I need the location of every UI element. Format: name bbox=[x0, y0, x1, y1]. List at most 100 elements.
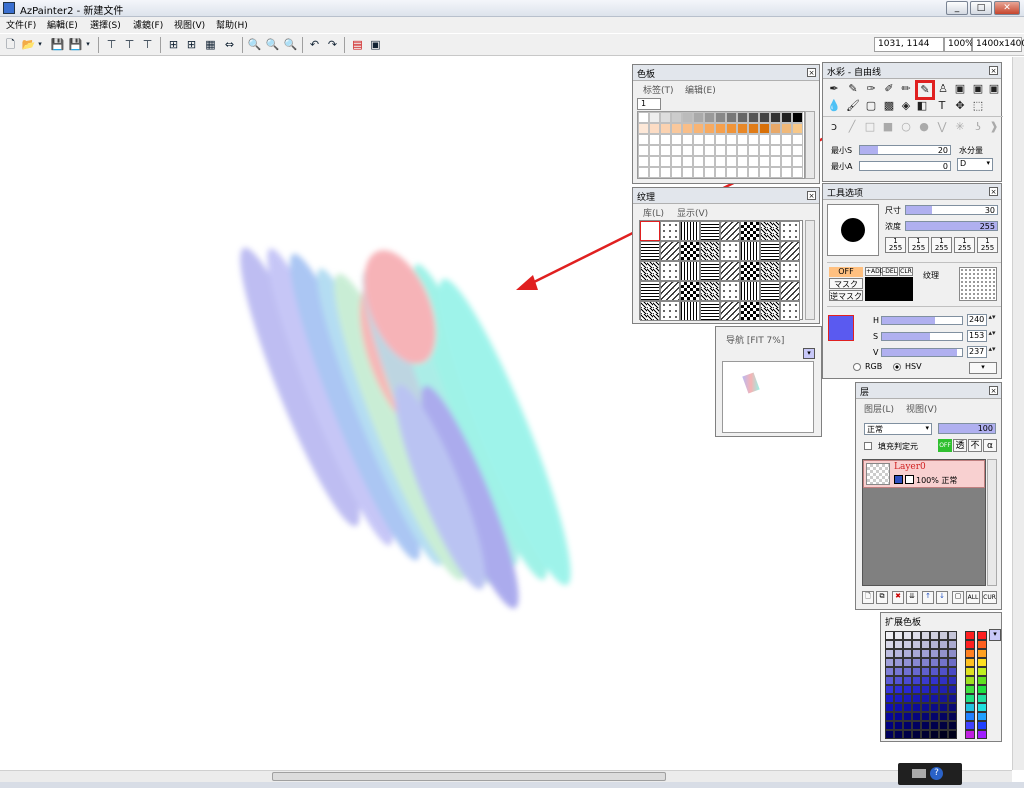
star-icon[interactable]: ✳ bbox=[953, 120, 967, 134]
ext-palette-swatch[interactable] bbox=[885, 721, 894, 730]
palette-swatch[interactable] bbox=[726, 112, 737, 123]
layer-close-icon[interactable]: × bbox=[989, 386, 998, 395]
palette-swatch[interactable] bbox=[649, 123, 660, 134]
pencil-tool-icon[interactable]: ✎ bbox=[846, 82, 860, 96]
ext-palette-swatch[interactable] bbox=[921, 640, 930, 649]
fill-tool-icon[interactable]: ◈ bbox=[899, 99, 913, 113]
eraser-tool-icon[interactable]: ✏ bbox=[899, 82, 913, 96]
texture-swatch[interactable] bbox=[780, 261, 800, 281]
foreground-color-swatch[interactable] bbox=[828, 315, 854, 341]
h-spinner-icon[interactable]: ▴▾ bbox=[987, 314, 997, 321]
ext-palette-swatch[interactable] bbox=[948, 694, 957, 703]
preset-1[interactable]: 1 255 bbox=[885, 237, 906, 253]
ext-palette-swatch[interactable] bbox=[903, 667, 912, 676]
ext-palette-swatch[interactable] bbox=[930, 658, 939, 667]
hue-swatch[interactable] bbox=[977, 712, 987, 721]
ext-palette-swatch[interactable] bbox=[894, 730, 903, 739]
min-a-slider[interactable]: 0 bbox=[859, 161, 951, 171]
texture-swatch[interactable] bbox=[760, 281, 780, 301]
minimize-button[interactable]: _ bbox=[946, 1, 968, 15]
palette-swatch[interactable] bbox=[704, 145, 715, 156]
layout-b-icon[interactable]: ⊤ bbox=[122, 37, 137, 52]
horizontal-scroll-thumb[interactable] bbox=[272, 772, 666, 781]
palette-swatch[interactable] bbox=[759, 123, 770, 134]
hue-swatch[interactable] bbox=[977, 685, 987, 694]
texture-swatch[interactable] bbox=[780, 221, 800, 241]
hue-swatch[interactable] bbox=[965, 658, 975, 667]
palette-swatch[interactable] bbox=[671, 134, 682, 145]
ext-palette-swatch[interactable] bbox=[921, 649, 930, 658]
ext-palette-swatch[interactable] bbox=[894, 685, 903, 694]
maximize-button[interactable]: □ bbox=[970, 1, 992, 15]
palette-swatch[interactable] bbox=[693, 112, 704, 123]
merge-layer-icon[interactable]: ⇊ bbox=[906, 591, 918, 604]
ext-palette-swatch[interactable] bbox=[894, 631, 903, 640]
texture-swatch[interactable] bbox=[640, 241, 660, 261]
stamp-b-icon[interactable]: ▣ bbox=[971, 82, 985, 96]
rect-select-icon[interactable]: ▢ bbox=[864, 99, 878, 113]
water-drop-icon[interactable]: 💧 bbox=[827, 99, 841, 113]
texture-swatch[interactable] bbox=[760, 241, 780, 261]
rect-fill-icon[interactable]: ■ bbox=[881, 120, 895, 134]
palette-close-icon[interactable]: × bbox=[807, 68, 816, 77]
ext-palette-swatch[interactable] bbox=[939, 676, 948, 685]
hue-swatch[interactable] bbox=[965, 721, 975, 730]
ext-palette-swatch[interactable] bbox=[894, 649, 903, 658]
ext-palette-swatch[interactable] bbox=[885, 658, 894, 667]
palette-swatch[interactable] bbox=[759, 134, 770, 145]
palette-swatch[interactable] bbox=[748, 123, 759, 134]
blur-tool-icon[interactable]: 🖌 bbox=[846, 99, 860, 113]
palette-swatch[interactable] bbox=[682, 112, 693, 123]
palette-swatch[interactable] bbox=[781, 167, 792, 178]
zoom-search-icon[interactable]: 🔍 bbox=[247, 37, 262, 52]
redo-icon[interactable]: ↷ bbox=[325, 37, 340, 52]
ext-palette-swatch[interactable] bbox=[903, 712, 912, 721]
ext-palette-swatch[interactable] bbox=[894, 721, 903, 730]
ext-palette-swatch[interactable] bbox=[939, 640, 948, 649]
palette-swatch[interactable] bbox=[660, 134, 671, 145]
ext-palette-swatch[interactable] bbox=[885, 640, 894, 649]
copy-layer-icon[interactable]: ⧉ bbox=[876, 591, 888, 604]
fill-select-icon[interactable]: ▩ bbox=[882, 99, 896, 113]
texture-swatch[interactable] bbox=[740, 261, 760, 281]
texture-swatch[interactable] bbox=[660, 241, 680, 261]
palette-swatch[interactable] bbox=[682, 134, 693, 145]
palette-swatch[interactable] bbox=[649, 145, 660, 156]
palette-swatch[interactable] bbox=[693, 123, 704, 134]
ext-palette-swatch[interactable] bbox=[885, 676, 894, 685]
ext-palette-swatch[interactable] bbox=[930, 730, 939, 739]
brush-close-icon[interactable]: × bbox=[989, 66, 998, 75]
palette-swatch[interactable] bbox=[759, 145, 770, 156]
ext-palette-swatch[interactable] bbox=[894, 712, 903, 721]
palette-swatch[interactable] bbox=[638, 167, 649, 178]
palette-swatch[interactable] bbox=[726, 134, 737, 145]
palette-swatch[interactable] bbox=[649, 156, 660, 167]
ext-palette-swatch[interactable] bbox=[921, 676, 930, 685]
ext-palette-swatch[interactable] bbox=[912, 712, 921, 721]
ext-palette-swatch[interactable] bbox=[948, 631, 957, 640]
mask-button[interactable]: マスク bbox=[829, 278, 863, 289]
palette-swatch[interactable] bbox=[737, 167, 748, 178]
ext-palette-swatch[interactable] bbox=[930, 703, 939, 712]
ext-palette-swatch[interactable] bbox=[885, 631, 894, 640]
palette-swatch[interactable] bbox=[704, 112, 715, 123]
ext-palette-swatch[interactable] bbox=[903, 631, 912, 640]
ext-palette-swatch[interactable] bbox=[921, 721, 930, 730]
palette-swatch[interactable] bbox=[759, 167, 770, 178]
palette-swatch[interactable] bbox=[748, 156, 759, 167]
hue-swatch[interactable] bbox=[977, 703, 987, 712]
hue-swatch[interactable] bbox=[965, 667, 975, 676]
s-value[interactable]: 153 bbox=[967, 330, 987, 342]
ext-palette-swatch[interactable] bbox=[939, 694, 948, 703]
palette-swatch[interactable] bbox=[715, 112, 726, 123]
finger-tool-icon[interactable]: ♙ bbox=[936, 82, 950, 96]
texture-swatch[interactable] bbox=[700, 241, 720, 261]
texture-swatch[interactable] bbox=[780, 241, 800, 261]
palette-swatch[interactable] bbox=[726, 156, 737, 167]
blend-mode-select[interactable]: 正常 ▾ bbox=[864, 423, 932, 435]
palette-swatch[interactable] bbox=[671, 112, 682, 123]
open-folder-icon[interactable]: 📂 bbox=[21, 37, 36, 52]
ext-palette-swatch[interactable] bbox=[939, 712, 948, 721]
s-slider[interactable] bbox=[881, 332, 963, 341]
brush-tool-icon[interactable]: ✑ bbox=[864, 82, 878, 96]
